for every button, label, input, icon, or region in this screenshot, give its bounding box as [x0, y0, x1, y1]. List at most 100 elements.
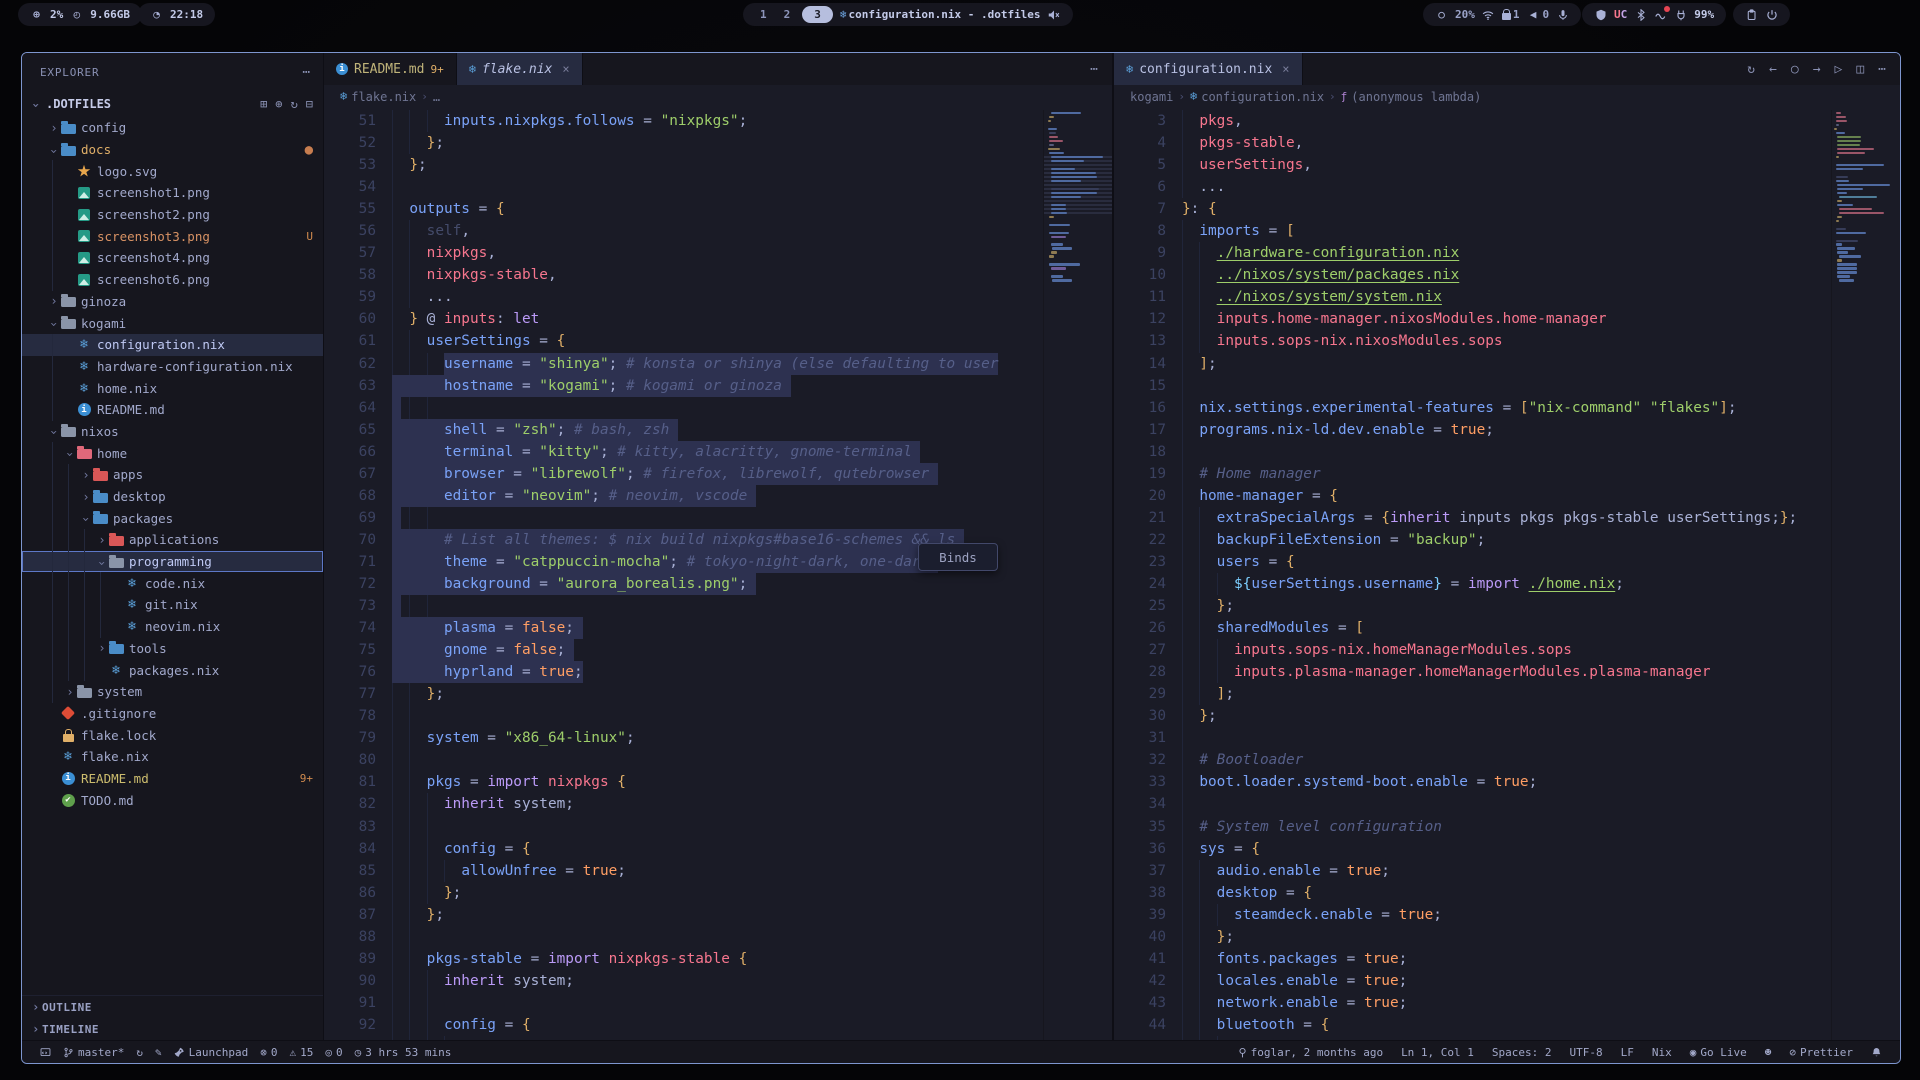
- speaker-muted-icon[interactable]: [1048, 8, 1061, 21]
- breakpoint-icon[interactable]: ○: [1791, 62, 1799, 77]
- workspace-2[interactable]: 2: [779, 8, 796, 21]
- code-line[interactable]: 88: [324, 926, 1044, 948]
- tab-flake-nix[interactable]: ❄flake.nix×: [457, 53, 583, 85]
- quick-settings-pill[interactable]: ○ 20% 1 ◀ 0: [1423, 3, 1581, 26]
- outline-section[interactable]: › OUTLINE: [22, 996, 323, 1018]
- code-line[interactable]: 52 };: [324, 132, 1044, 154]
- tree-item-kogami[interactable]: ›kogami: [22, 312, 323, 334]
- tab-readme-md[interactable]: iREADME.md9+: [324, 53, 457, 85]
- code-line[interactable]: 21 extraSpecialArgs = {inherit inputs pk…: [1114, 507, 1832, 529]
- tree-item--gitignore[interactable]: .gitignore: [22, 703, 323, 725]
- tree-item-flake-lock[interactable]: flake.lock: [22, 724, 323, 746]
- code-line[interactable]: 83: [324, 816, 1044, 838]
- code-line[interactable]: 38 desktop = {: [1114, 882, 1832, 904]
- session-pill[interactable]: [1733, 3, 1790, 26]
- chevron-right-icon[interactable]: ›: [48, 121, 60, 135]
- code-line[interactable]: 64: [324, 397, 1044, 419]
- pen-icon[interactable]: ✎: [149, 1046, 168, 1059]
- status-text-ln-1-col-1[interactable]: Ln 1, Col 1: [1395, 1046, 1480, 1059]
- chevron-down-icon[interactable]: ›: [63, 448, 77, 460]
- system-stats-pill[interactable]: ⊕ 2% ◴ 9.66GB: [18, 3, 142, 26]
- more-actions-icon[interactable]: ⋯: [1878, 62, 1886, 77]
- tree-item-packages[interactable]: ›packages: [22, 507, 323, 529]
- code-line[interactable]: 65 shell = "zsh"; # bash, zsh: [324, 419, 1044, 441]
- tree-item-flake-nix[interactable]: ❄flake.nix: [22, 746, 323, 768]
- code-editor-flake-nix[interactable]: 51 inputs.nixpkgs.follows = "nixpkgs";52…: [324, 110, 1044, 1040]
- code-line[interactable]: 16 nix.settings.experimental-features = …: [1114, 397, 1832, 419]
- code-line[interactable]: 57 nixpkgs,: [324, 242, 1044, 264]
- minimap[interactable]: [1831, 110, 1900, 1040]
- code-line[interactable]: 30 };: [1114, 705, 1832, 727]
- run-icon[interactable]: ▷: [1835, 62, 1843, 77]
- code-line[interactable]: 26 sharedModules = [: [1114, 617, 1832, 639]
- code-line[interactable]: 3 pkgs,: [1114, 110, 1832, 132]
- prettier-icon[interactable]: ⊘Prettier: [1783, 1046, 1859, 1059]
- breadcrumb-item[interactable]: ❄flake.nix: [340, 90, 416, 104]
- tree-item-screenshot2-png[interactable]: screenshot2.png: [22, 204, 323, 226]
- code-line[interactable]: 55 outputs = {: [324, 198, 1044, 220]
- tree-item-home[interactable]: ›home: [22, 442, 323, 464]
- code-line[interactable]: 58 nixpkgs-stable,: [324, 264, 1044, 286]
- code-line[interactable]: 74 plasma = false;: [324, 617, 1044, 639]
- code-line[interactable]: 75 gnome = false;: [324, 639, 1044, 661]
- nav-forward-icon[interactable]: →: [1813, 62, 1821, 77]
- code-line[interactable]: 28 inputs.plasma-manager.homeManagerModu…: [1114, 661, 1832, 683]
- code-line[interactable]: 32 # Bootloader: [1114, 749, 1832, 771]
- tree-item-docs[interactable]: ›docs●: [22, 139, 323, 161]
- close-icon[interactable]: ×: [1282, 62, 1289, 76]
- tree-item-hardware-configuration-nix[interactable]: ❄hardware-configuration.nix: [22, 356, 323, 378]
- code-line[interactable]: 12 inputs.home-manager.nixosModules.home…: [1114, 308, 1832, 330]
- history-icon[interactable]: ↻: [1747, 62, 1755, 77]
- refresh-explorer-icon[interactable]: ↻: [291, 97, 298, 111]
- code-line[interactable]: 18: [1114, 441, 1832, 463]
- bell-icon[interactable]: [1865, 1047, 1888, 1058]
- breadcrumb-item[interactable]: …: [433, 90, 440, 104]
- breadcrumb-item[interactable]: ƒ(anonymous lambda): [1341, 90, 1482, 104]
- chevron-right-icon[interactable]: ›: [80, 468, 92, 482]
- tree-item-git-nix[interactable]: ❄git.nix: [22, 594, 323, 616]
- code-line[interactable]: 66 terminal = "kitty"; # kitty, alacritt…: [324, 441, 1044, 463]
- nav-back-icon[interactable]: ←: [1769, 62, 1777, 77]
- breadcrumb-item[interactable]: kogami: [1130, 90, 1173, 104]
- code-line[interactable]: 45 enable = true;: [1114, 1036, 1832, 1040]
- tree-item-home-nix[interactable]: ❄home.nix: [22, 377, 323, 399]
- code-line[interactable]: 11 ../nixos/system/system.nix: [1114, 286, 1832, 308]
- tree-item-screenshot3-png[interactable]: screenshot3.pngU: [22, 225, 323, 247]
- errors-icon[interactable]: ⊗0: [254, 1046, 283, 1059]
- code-line[interactable]: 35 # System level configuration: [1114, 816, 1832, 838]
- status-text-lf[interactable]: LF: [1615, 1046, 1640, 1059]
- tree-item-code-nix[interactable]: ❄code.nix: [22, 572, 323, 594]
- code-line[interactable]: 85 allowUnfree = true;: [324, 860, 1044, 882]
- chevron-right-icon[interactable]: ›: [64, 685, 76, 699]
- status-text-nix[interactable]: Nix: [1646, 1046, 1678, 1059]
- collapse-folders-icon[interactable]: ⊟: [306, 97, 313, 111]
- code-line[interactable]: 67 browser = "librewolf"; # firefox, lib…: [324, 463, 1044, 485]
- chevron-down-icon[interactable]: ›: [47, 427, 61, 439]
- tree-item-apps[interactable]: ›apps: [22, 464, 323, 486]
- code-line[interactable]: 33 boot.loader.systemd-boot.enable = tru…: [1114, 771, 1832, 793]
- tree-item-neovim-nix[interactable]: ❄neovim.nix: [22, 616, 323, 638]
- tree-item-tools[interactable]: ›tools: [22, 638, 323, 660]
- workspace-1[interactable]: 1: [755, 8, 772, 21]
- code-line[interactable]: 20 home-manager = {: [1114, 485, 1832, 507]
- code-line[interactable]: 24 ${userSettings.username} = import ./h…: [1114, 573, 1832, 595]
- tree-item-screenshot6-png[interactable]: screenshot6.png: [22, 269, 323, 291]
- tree-item-applications[interactable]: ›applications: [22, 529, 323, 551]
- tree-item-readme-md[interactable]: iREADME.md: [22, 399, 323, 421]
- time-tracker-icon[interactable]: ◷3 hrs 53 mins: [349, 1046, 458, 1059]
- tree-item-nixos[interactable]: ›nixos: [22, 421, 323, 443]
- author-icon[interactable]: ⚲foglar, 2 months ago: [1233, 1046, 1390, 1059]
- chevron-down-icon[interactable]: ›: [47, 318, 61, 330]
- warnings-icon[interactable]: ⚠15: [283, 1046, 319, 1059]
- code-line[interactable]: 27 inputs.sops-nix.homeManagerModules.so…: [1114, 639, 1832, 661]
- code-line[interactable]: 34: [1114, 793, 1832, 815]
- new-file-icon[interactable]: ⊞: [260, 97, 267, 111]
- code-line[interactable]: 76 hyprland = true;: [324, 661, 1044, 683]
- code-line[interactable]: 39 steamdeck.enable = true;: [1114, 904, 1832, 926]
- code-line[interactable]: 17 programs.nix-ld.dev.enable = true;: [1114, 419, 1832, 441]
- code-line[interactable]: 93 allowUnfree = true;: [324, 1036, 1044, 1040]
- code-line[interactable]: 6 ...: [1114, 176, 1832, 198]
- code-line[interactable]: 92 config = {: [324, 1014, 1044, 1036]
- code-line[interactable]: 62 username = "shinya"; # konsta or shin…: [324, 353, 1044, 375]
- code-line[interactable]: 61 userSettings = {: [324, 330, 1044, 352]
